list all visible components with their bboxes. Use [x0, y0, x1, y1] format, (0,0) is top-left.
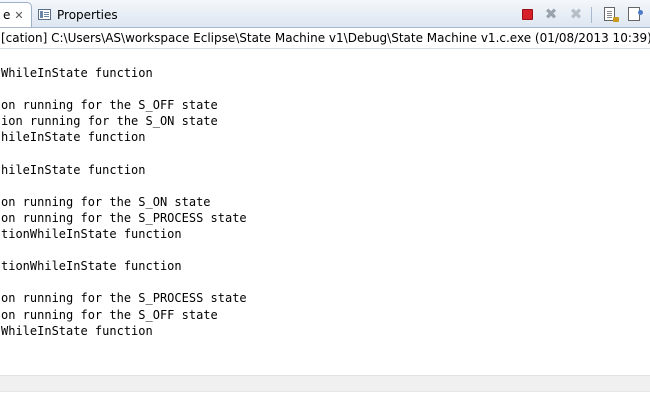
bottom-edge — [0, 391, 650, 400]
tab-console[interactable]: e ✕ — [0, 2, 32, 27]
remove-all-launches-icon: ✖ — [569, 4, 583, 23]
pin-console-icon — [628, 7, 643, 21]
console-line: hileInState function — [1, 162, 146, 177]
remove-all-terminated-button[interactable]: ✖ — [567, 5, 585, 23]
console-line: tionWhileInState function — [1, 227, 182, 241]
terminate-button[interactable] — [518, 5, 536, 23]
close-icon[interactable]: ✕ — [14, 9, 23, 22]
console-line: ion running for the S_ON state — [1, 114, 218, 129]
view-tab-bar: e ✕ Properties ✖ ✖ — [0, 0, 650, 28]
console-line: WhileInState function — [1, 323, 153, 338]
console-line: tionWhileInState function — [1, 259, 182, 274]
console-line: on running for the S_PROCESS state — [1, 210, 247, 225]
properties-icon — [38, 9, 51, 20]
console-line: on running for the S_OFF state — [1, 98, 218, 113]
tab-console-label: e — [3, 8, 11, 22]
tab-properties-label: Properties — [57, 7, 118, 22]
scroll-lock-icon — [603, 7, 619, 22]
horizontal-scrollbar[interactable] — [0, 375, 650, 391]
console-line: on running for the S_PROCESS state — [1, 291, 247, 306]
toolbar-separator — [591, 7, 592, 23]
remove-launch-button[interactable]: ✖ — [542, 5, 560, 23]
pin-console-button[interactable] — [625, 5, 643, 23]
console-line: on running for the S_OFF state — [1, 307, 218, 322]
process-info-bar: [cation] C:\Users\AS\workspace Eclipse\S… — [0, 29, 650, 49]
tab-properties[interactable]: Properties — [36, 2, 118, 27]
remove-launch-icon: ✖ — [544, 4, 558, 23]
console-line: WhileInState function — [1, 66, 153, 80]
console-output[interactable]: WhileInState function on running for the … — [0, 50, 650, 375]
scroll-lock-button[interactable] — [600, 5, 619, 23]
stop-icon — [521, 8, 533, 20]
console-line: hileInState function — [1, 130, 146, 145]
console-line: on running for the S_ON state — [1, 194, 211, 209]
